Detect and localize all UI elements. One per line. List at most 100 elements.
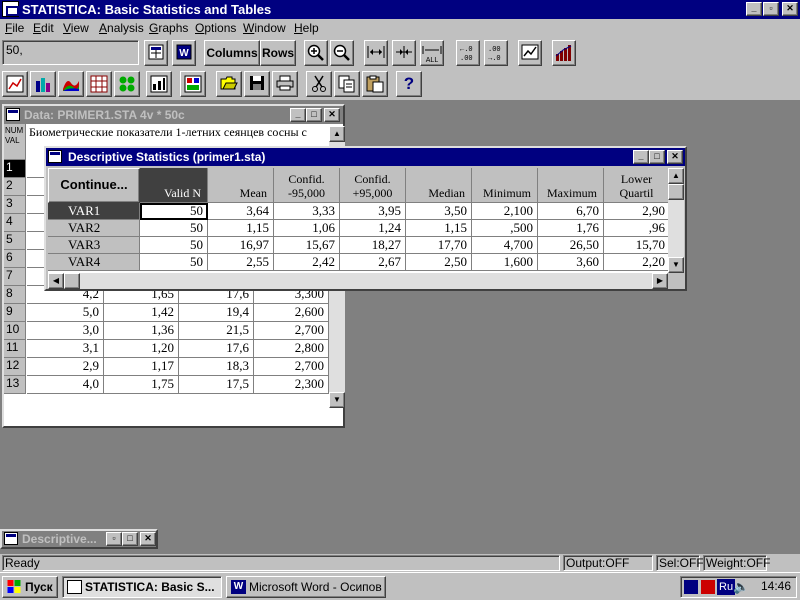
menu-help[interactable]: Help	[294, 21, 319, 35]
data-cell[interactable]: 21,5	[179, 322, 254, 340]
graph-layout-icon[interactable]	[180, 71, 206, 97]
row-label[interactable]: VAR2	[48, 220, 140, 237]
data-cell[interactable]: 18,3	[179, 358, 254, 376]
data-cell[interactable]: 2,700	[254, 322, 329, 340]
3d-bars-icon[interactable]	[30, 71, 56, 97]
desc-close-button[interactable]: ✕	[667, 150, 683, 164]
result-cell[interactable]: 50	[140, 220, 208, 237]
data-cell[interactable]: 19,4	[179, 304, 254, 322]
data-cell[interactable]: 2,600	[254, 304, 329, 322]
continue-button[interactable]: Continue...	[48, 168, 140, 203]
row-number[interactable]: 6	[4, 250, 26, 268]
rows-button[interactable]: Rows	[260, 40, 296, 66]
desc-minimize-button[interactable]: _	[633, 150, 649, 164]
menu-options[interactable]: Options	[195, 21, 236, 35]
desc-scroll-right-icon[interactable]: ▶	[652, 273, 668, 289]
column-header[interactable]: Minimum	[472, 168, 538, 203]
fit-all-columns-icon[interactable]: ALL	[420, 40, 444, 66]
data-cell[interactable]: 2,9	[27, 358, 104, 376]
menu-file[interactable]: File	[5, 21, 24, 35]
result-cell[interactable]: ,96	[604, 220, 668, 237]
result-cell[interactable]: 1,76	[538, 220, 604, 237]
row-label[interactable]: VAR1	[48, 203, 140, 220]
statistica-app-icon[interactable]	[2, 1, 19, 17]
matrix-plot-icon[interactable]	[86, 71, 112, 97]
data-cell[interactable]: 1,75	[104, 376, 179, 394]
columns-button[interactable]: Columns	[204, 40, 260, 66]
desc-vertical-scrollbar[interactable]: ▲ ▼	[668, 168, 684, 273]
close-button[interactable]: ✕	[782, 2, 798, 16]
widen-column-icon[interactable]	[364, 40, 388, 66]
column-header[interactable]: Median	[406, 168, 472, 203]
spreadsheet-icon[interactable]	[144, 40, 168, 66]
cell-value-editor[interactable]: 50,	[2, 40, 139, 65]
data-header-text[interactable]: Биометрические показатели 1-летних сеянц…	[27, 124, 329, 142]
result-cell[interactable]: 15,70	[604, 237, 668, 254]
column-header[interactable]: Confid. -95,000	[274, 168, 340, 203]
decimal-increase-icon[interactable]: .00 →.0	[484, 40, 508, 66]
minimized-restore-button[interactable]: ▫	[106, 532, 122, 546]
tray-flag-icon[interactable]	[701, 580, 715, 594]
copy-icon[interactable]	[334, 71, 360, 97]
results-table[interactable]: Continue... Valid N Mean Confid. -95,000 Con…	[48, 168, 668, 273]
desc-scroll-left-icon[interactable]: ◀	[48, 273, 64, 289]
result-cell[interactable]: ,500	[472, 220, 538, 237]
descriptive-stats-window[interactable]: Descriptive Statistics (primer1.sta) _ □…	[44, 146, 687, 291]
desc-title-bar[interactable]: Descriptive Statistics (primer1.sta) _ □…	[46, 148, 685, 166]
minimized-close-button[interactable]: ✕	[140, 532, 156, 546]
row-number[interactable]: 5	[4, 232, 26, 250]
scroll-up-icon[interactable]: ▲	[329, 126, 345, 142]
open-folder-icon[interactable]	[216, 71, 242, 97]
row-number[interactable]: 12	[4, 358, 26, 376]
zoom-out-icon[interactable]	[330, 40, 354, 66]
data-maximize-button[interactable]: □	[306, 108, 322, 122]
narrow-column-icon[interactable]	[392, 40, 416, 66]
data-cell[interactable]: 4,0	[27, 376, 104, 394]
tray-app-icon[interactable]	[684, 580, 698, 594]
paste-icon[interactable]	[362, 71, 388, 97]
select-graph-icon[interactable]	[518, 40, 542, 66]
stats-graph-icon[interactable]	[2, 71, 28, 97]
result-cell[interactable]: 3,95	[340, 203, 406, 220]
result-cell[interactable]: 1,06	[274, 220, 340, 237]
data-cell[interactable]: 2,800	[254, 340, 329, 358]
task-word[interactable]: W Microsoft Word - Осипов	[226, 576, 386, 598]
column-header[interactable]: Lower Quartil	[604, 168, 668, 203]
result-cell[interactable]: 3,64	[208, 203, 274, 220]
desc-scroll-thumb[interactable]	[668, 184, 684, 200]
column-header[interactable]: Mean	[208, 168, 274, 203]
corner-cell[interactable]: NUM VAL	[4, 124, 26, 160]
decimal-decrease-icon[interactable]: ←.0.00	[456, 40, 480, 66]
data-cell[interactable]: 17,5	[179, 376, 254, 394]
start-button[interactable]: Пуск	[2, 576, 58, 598]
menu-analysis[interactable]: Analysis	[99, 21, 144, 35]
desc-maximize-button[interactable]: □	[649, 150, 665, 164]
data-cell[interactable]: 2,700	[254, 358, 329, 376]
word-icon[interactable]: W	[172, 40, 196, 66]
desc-scroll-down-icon[interactable]: ▼	[668, 257, 684, 273]
save-disk-icon[interactable]	[244, 71, 270, 97]
task-statistica[interactable]: STATISTICA: Basic S...	[62, 576, 222, 598]
result-cell[interactable]: 3,33	[274, 203, 340, 220]
data-cell[interactable]: 1,36	[104, 322, 179, 340]
result-cell[interactable]: 15,67	[274, 237, 340, 254]
data-cell[interactable]: 1,20	[104, 340, 179, 358]
data-cell[interactable]: 17,6	[179, 340, 254, 358]
result-cell[interactable]: 2,90	[604, 203, 668, 220]
row-number[interactable]: 9	[4, 304, 26, 322]
data-cell[interactable]: 1,42	[104, 304, 179, 322]
row-number[interactable]: 4	[4, 214, 26, 232]
result-cell[interactable]: 2,20	[604, 254, 668, 271]
result-cell[interactable]: 1,24	[340, 220, 406, 237]
column-header[interactable]: Maximum	[538, 168, 604, 203]
result-cell[interactable]: 17,70	[406, 237, 472, 254]
result-cell[interactable]: 18,27	[340, 237, 406, 254]
data-close-button[interactable]: ✕	[324, 108, 340, 122]
menu-graphs[interactable]: Graphs	[149, 21, 188, 35]
data-cell[interactable]: 3,1	[27, 340, 104, 358]
scroll-down-icon[interactable]: ▼	[329, 392, 345, 408]
data-cell[interactable]: 2,300	[254, 376, 329, 394]
row-label[interactable]: VAR4	[48, 254, 140, 271]
column-header[interactable]: Confid. +95,000	[340, 168, 406, 203]
data-cell[interactable]: 3,0	[27, 322, 104, 340]
